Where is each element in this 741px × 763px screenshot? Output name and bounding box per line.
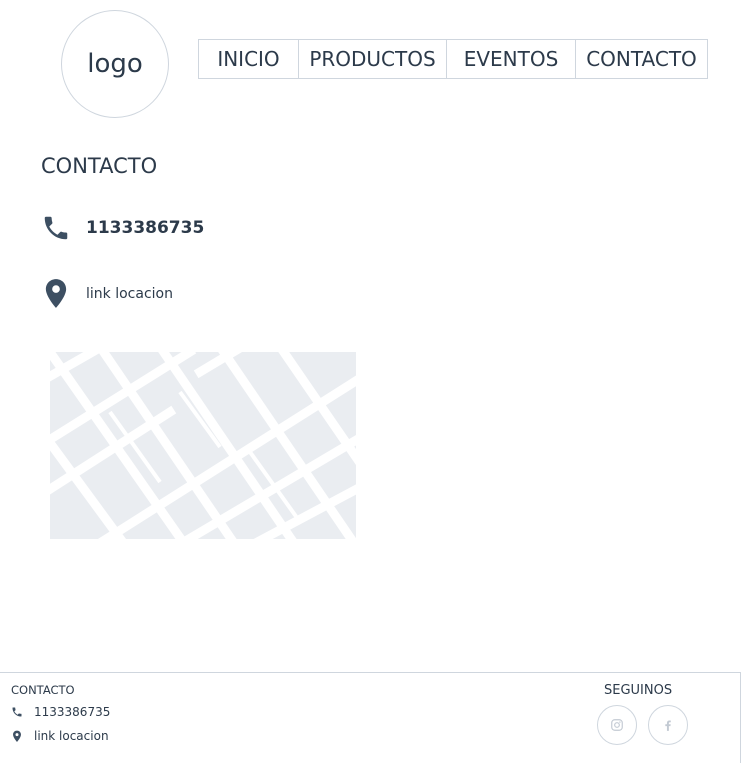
contact-phone-row: 1133386735 — [40, 213, 204, 243]
footer-location-row: link locacion — [10, 729, 109, 743]
footer: CONTACTO 1133386735 link locacion SEGUIN… — [0, 672, 741, 763]
nav-item-contacto[interactable]: CONTACTO — [576, 40, 707, 78]
location-pin-icon — [10, 730, 24, 743]
footer-location-link[interactable]: link locacion — [34, 729, 109, 743]
phone-icon — [10, 706, 24, 718]
nav-item-eventos[interactable]: EVENTOS — [447, 40, 576, 78]
main-nav: INICIO PRODUCTOS EVENTOS CONTACTO — [198, 39, 708, 79]
contact-location-row: link locacion — [40, 278, 173, 310]
location-link[interactable]: link locacion — [86, 286, 173, 302]
footer-phone-row: 1133386735 — [10, 705, 110, 719]
map-placeholder[interactable] — [50, 352, 356, 539]
instagram-icon — [611, 719, 623, 731]
logo[interactable]: logo — [61, 10, 169, 118]
nav-item-productos[interactable]: PRODUCTOS — [299, 40, 447, 78]
facebook-button[interactable] — [648, 705, 688, 745]
social-title: SEGUINOS — [604, 683, 673, 698]
footer-phone-number: 1133386735 — [34, 705, 111, 719]
instagram-button[interactable] — [597, 705, 637, 745]
footer-title: CONTACTO — [11, 683, 75, 697]
page-title: CONTACTO — [41, 154, 158, 178]
map-streets-graphic — [50, 352, 356, 539]
facebook-icon — [665, 720, 671, 731]
phone-icon — [40, 213, 72, 243]
location-pin-icon — [40, 278, 72, 310]
nav-item-inicio[interactable]: INICIO — [199, 40, 299, 78]
logo-text: logo — [87, 49, 143, 79]
phone-number: 1133386735 — [86, 218, 205, 238]
